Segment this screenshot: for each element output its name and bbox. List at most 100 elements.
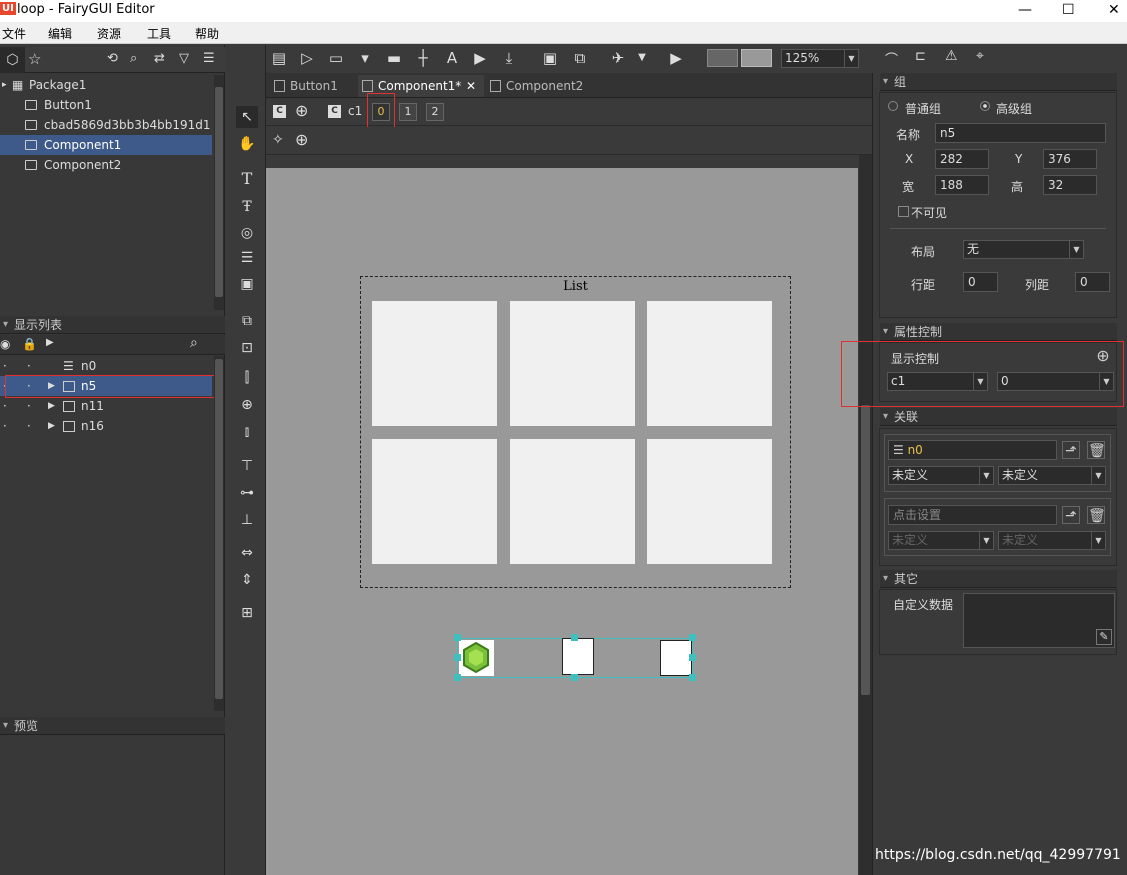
list-item[interactable] (647, 301, 772, 426)
text-tool-icon[interactable]: T (236, 168, 258, 190)
menu-edit[interactable]: 编辑 (48, 25, 72, 42)
layout-select[interactable]: 无 ▼ (963, 240, 1084, 259)
list-item[interactable] (510, 439, 635, 564)
tab-button1[interactable]: Button1 (270, 75, 358, 97)
publish-dropdown-icon[interactable]: ▼ (631, 47, 653, 69)
button-icon[interactable]: ▭ (325, 47, 347, 69)
canvas-scrollbar[interactable] (859, 155, 872, 875)
relation-type-select-1[interactable]: 未定义 ▼ (888, 466, 994, 485)
relation-icon[interactable]: ⊏ (915, 49, 926, 64)
bow-icon[interactable]: ⌒ (885, 49, 898, 68)
width-field[interactable]: 188 (935, 175, 989, 195)
tag-icon[interactable]: ▷ (296, 47, 318, 69)
save-all-icon[interactable]: ⧉ (569, 47, 591, 69)
display-list-scrollbar[interactable] (214, 356, 224, 711)
progress-icon[interactable]: ▬ (383, 47, 405, 69)
import-icon[interactable]: ⤓ (498, 47, 520, 69)
pick-target-icon[interactable]: ⬏ (1062, 506, 1080, 524)
align-right-icon[interactable]: ⫾ (236, 421, 258, 443)
tree-item-component1[interactable]: Component1 (0, 135, 212, 155)
same-height-icon[interactable]: ⇕ (236, 569, 258, 591)
transition-icon[interactable]: ✧ (272, 132, 284, 148)
select-tool-icon[interactable]: ↖ (236, 106, 258, 128)
tab-close-icon[interactable]: ✕ (466, 75, 476, 97)
menu-tools[interactable]: 工具 (147, 25, 171, 42)
align-left-icon[interactable]: ⫿ (236, 367, 258, 389)
height-field[interactable]: 32 (1043, 175, 1097, 195)
y-field[interactable]: 376 (1043, 149, 1097, 169)
resize-handle[interactable] (571, 634, 578, 641)
close-button[interactable]: ✕ (1108, 2, 1120, 18)
resize-handle[interactable] (689, 654, 696, 661)
display-item-n0[interactable]: · · ☰ n0 (0, 356, 212, 376)
list-tool-icon[interactable]: ☰ (236, 247, 258, 269)
resize-handle[interactable] (689, 634, 696, 641)
gear-section-header[interactable]: 属性控制 (880, 323, 1117, 341)
pin-icon[interactable]: ⌖ (976, 48, 984, 64)
other-section-header[interactable]: 其它 (880, 570, 1117, 588)
maximize-button[interactable]: ☐ (1062, 2, 1075, 18)
x-field[interactable]: 282 (935, 149, 989, 169)
save-icon[interactable]: ▣ (539, 47, 561, 69)
custom-data-field[interactable]: ✎ (963, 593, 1115, 648)
display-item-n16[interactable]: · · ▶ n16 (0, 416, 212, 436)
add-controller-icon[interactable]: ⊕ (295, 101, 308, 120)
pick-target-icon[interactable]: ⬏ (1062, 441, 1080, 459)
display-list-header[interactable]: 显示列表 (0, 316, 225, 334)
list-item[interactable] (647, 439, 772, 564)
invisible-checkbox[interactable] (898, 206, 909, 217)
relation-type-select-3[interactable]: 未定义 ▼ (888, 531, 994, 550)
edit-icon[interactable]: ✎ (1096, 629, 1112, 645)
swap-icon[interactable]: ⇄ (154, 51, 165, 66)
tree-item-component2[interactable]: Component2 (0, 155, 212, 175)
relation-type-select-2[interactable]: 未定义 ▼ (998, 466, 1106, 485)
publish-icon[interactable]: ✈ (607, 47, 629, 69)
click-setting-field[interactable]: 点击设置 (888, 505, 1057, 525)
visibility-icon[interactable]: ◉ (0, 337, 10, 351)
tree-package[interactable]: ▸ ▦ Package1 (0, 75, 212, 95)
refresh-icon[interactable]: ⟲ (107, 51, 118, 66)
resize-handle[interactable] (571, 674, 578, 681)
library-scroll-thumb[interactable] (215, 87, 223, 297)
lock-icon[interactable]: 🔒 (22, 337, 37, 351)
same-width-icon[interactable]: ⇔ (236, 542, 258, 564)
align-middle-icon[interactable]: ⊶ (236, 482, 258, 504)
search-icon[interactable]: ⌕ (130, 51, 137, 66)
tree-item-button1[interactable]: Button1 (0, 95, 212, 115)
group-section-header[interactable]: 组 (880, 73, 1117, 91)
search-icon[interactable]: ⌕ (190, 335, 198, 351)
align-center-icon[interactable]: ⊕ (236, 394, 258, 416)
relation-type-select-4[interactable]: 未定义 ▼ (998, 531, 1106, 550)
relation-section-header[interactable]: 关联 (880, 408, 1117, 426)
align-bottom-icon[interactable]: ⊥ (236, 509, 258, 531)
controller-name[interactable]: c1 (348, 104, 362, 118)
new-icon[interactable]: ▤ (268, 47, 290, 69)
play-icon[interactable]: ▶ (665, 47, 687, 69)
movieclip-icon[interactable]: ▶ (469, 47, 491, 69)
list-item[interactable] (372, 439, 497, 564)
controller-icon[interactable]: C (328, 105, 341, 118)
favorite-icon[interactable]: ☆ (28, 50, 41, 68)
advanced-group-radio[interactable] (980, 101, 990, 111)
gem-button[interactable] (459, 640, 494, 676)
group-tool-icon[interactable]: ⊡ (236, 337, 258, 359)
display-list-scroll-thumb[interactable] (215, 359, 223, 699)
rich-text-tool-icon[interactable]: Ŧ (236, 196, 258, 218)
tab-component2[interactable]: Component2 (486, 75, 586, 97)
sort-icon[interactable]: ☰ (203, 51, 215, 66)
controller-icon[interactable]: C (273, 105, 286, 118)
component-tool-icon[interactable]: ⧉ (236, 310, 258, 332)
list-item[interactable] (372, 301, 497, 426)
white-button[interactable] (562, 638, 594, 675)
fg-color-swatch[interactable] (741, 49, 772, 67)
menu-file[interactable]: 文件 (2, 25, 26, 42)
trash-icon[interactable]: 🗑 (1087, 506, 1106, 524)
slider-icon[interactable]: ┼ (412, 47, 434, 69)
canvas-scroll-thumb[interactable] (861, 405, 870, 695)
col-gap-field[interactable]: 0 (1075, 272, 1110, 292)
list-item[interactable] (510, 301, 635, 426)
resize-handle[interactable] (689, 674, 696, 681)
add-transition-icon[interactable]: ⊕ (295, 130, 308, 149)
menu-resource[interactable]: 资源 (97, 25, 121, 42)
library-scrollbar[interactable] (214, 75, 224, 310)
